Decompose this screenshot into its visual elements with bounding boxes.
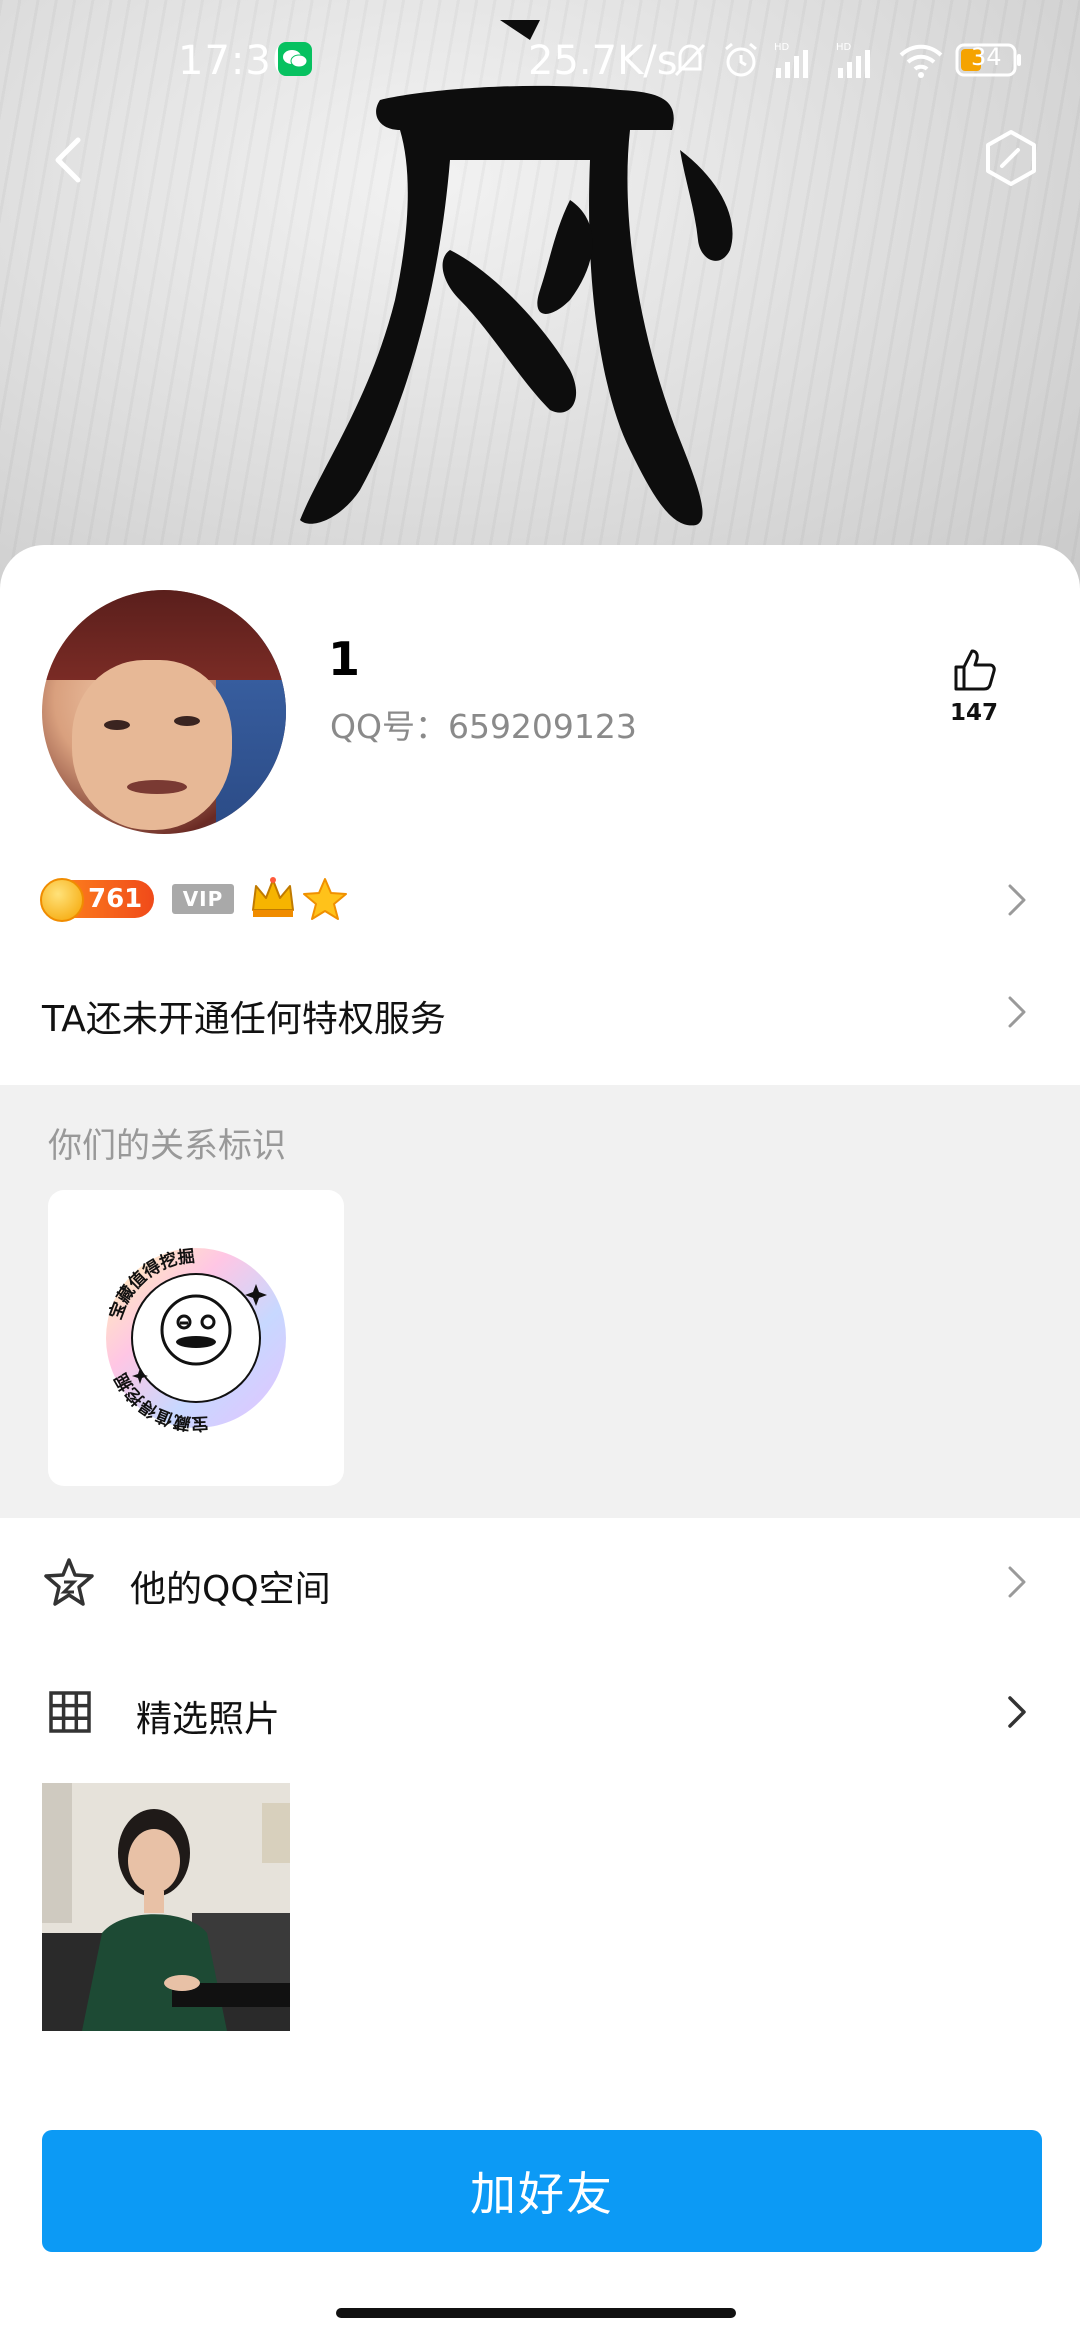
crown-icon: [252, 877, 294, 917]
badges-chevron-icon: [1008, 884, 1026, 916]
edit-cover-button[interactable]: [984, 128, 1038, 188]
status-bar: 17:30 25.7K/s HD HD 34: [0, 0, 1080, 120]
wifi-icon: [899, 44, 943, 78]
signal-hd-icon-2: HD: [836, 42, 870, 78]
vip-badge: VIP: [172, 884, 234, 914]
relation-badge-card[interactable]: 宝藏值得挖掘 宝藏值得挖掘: [48, 1190, 344, 1486]
qzone-chevron-icon: [1008, 1566, 1026, 1598]
avatar[interactable]: [42, 590, 286, 834]
privilege-chevron-icon: [1008, 996, 1026, 1028]
featured-photo-thumbnail[interactable]: [42, 1783, 290, 2031]
back-arrow-icon: [55, 137, 81, 183]
signal-hd-icon-1: HD: [774, 42, 808, 78]
qzone-star-icon: [44, 1558, 94, 1606]
badges-row[interactable]: 761 VIP: [40, 870, 1038, 930]
star-icon: [303, 878, 347, 920]
back-button[interactable]: [42, 130, 102, 190]
alarm-icon: [725, 42, 757, 77]
level-badge: 761: [40, 878, 154, 922]
relation-section-title: 你们的关系标识: [48, 1126, 286, 1166]
add-friend-button[interactable]: 加好友: [42, 2130, 1042, 2252]
photos-label: 精选照片: [136, 1699, 281, 1740]
hexagon-edit-icon: [986, 130, 1036, 186]
photos-chevron-icon: [1008, 1696, 1026, 1728]
svg-text:HD: HD: [774, 42, 790, 53]
relation-badge: 宝藏值得挖掘 宝藏值得挖掘: [105, 1246, 286, 1434]
home-indicator[interactable]: [336, 2308, 736, 2318]
sun-coin-icon: [40, 878, 84, 922]
battery-icon: 34: [955, 42, 1023, 77]
wechat-notification-icon: [278, 42, 312, 76]
like-count: 147: [949, 700, 998, 726]
section-divider: [0, 1500, 1080, 1518]
network-speed: 25.7K/s: [528, 38, 678, 84]
qq-number: QQ号：659209123: [330, 707, 637, 746]
qzone-label: 他的QQ空间: [130, 1569, 331, 1610]
battery-level: 34: [971, 43, 1002, 71]
featured-photo: [42, 1783, 290, 2031]
level-number: 761: [88, 884, 143, 914]
like-button[interactable]: [944, 645, 1004, 697]
grid-icon: [49, 1691, 91, 1733]
nickname: 1: [328, 632, 361, 686]
svg-text:HD: HD: [836, 42, 852, 53]
thumbs-up-icon: [954, 649, 996, 691]
privilege-status[interactable]: TA还未开通任何特权服务: [42, 990, 446, 1042]
mute-bell-icon: [674, 43, 706, 77]
status-icons: HD HD: [672, 38, 944, 82]
